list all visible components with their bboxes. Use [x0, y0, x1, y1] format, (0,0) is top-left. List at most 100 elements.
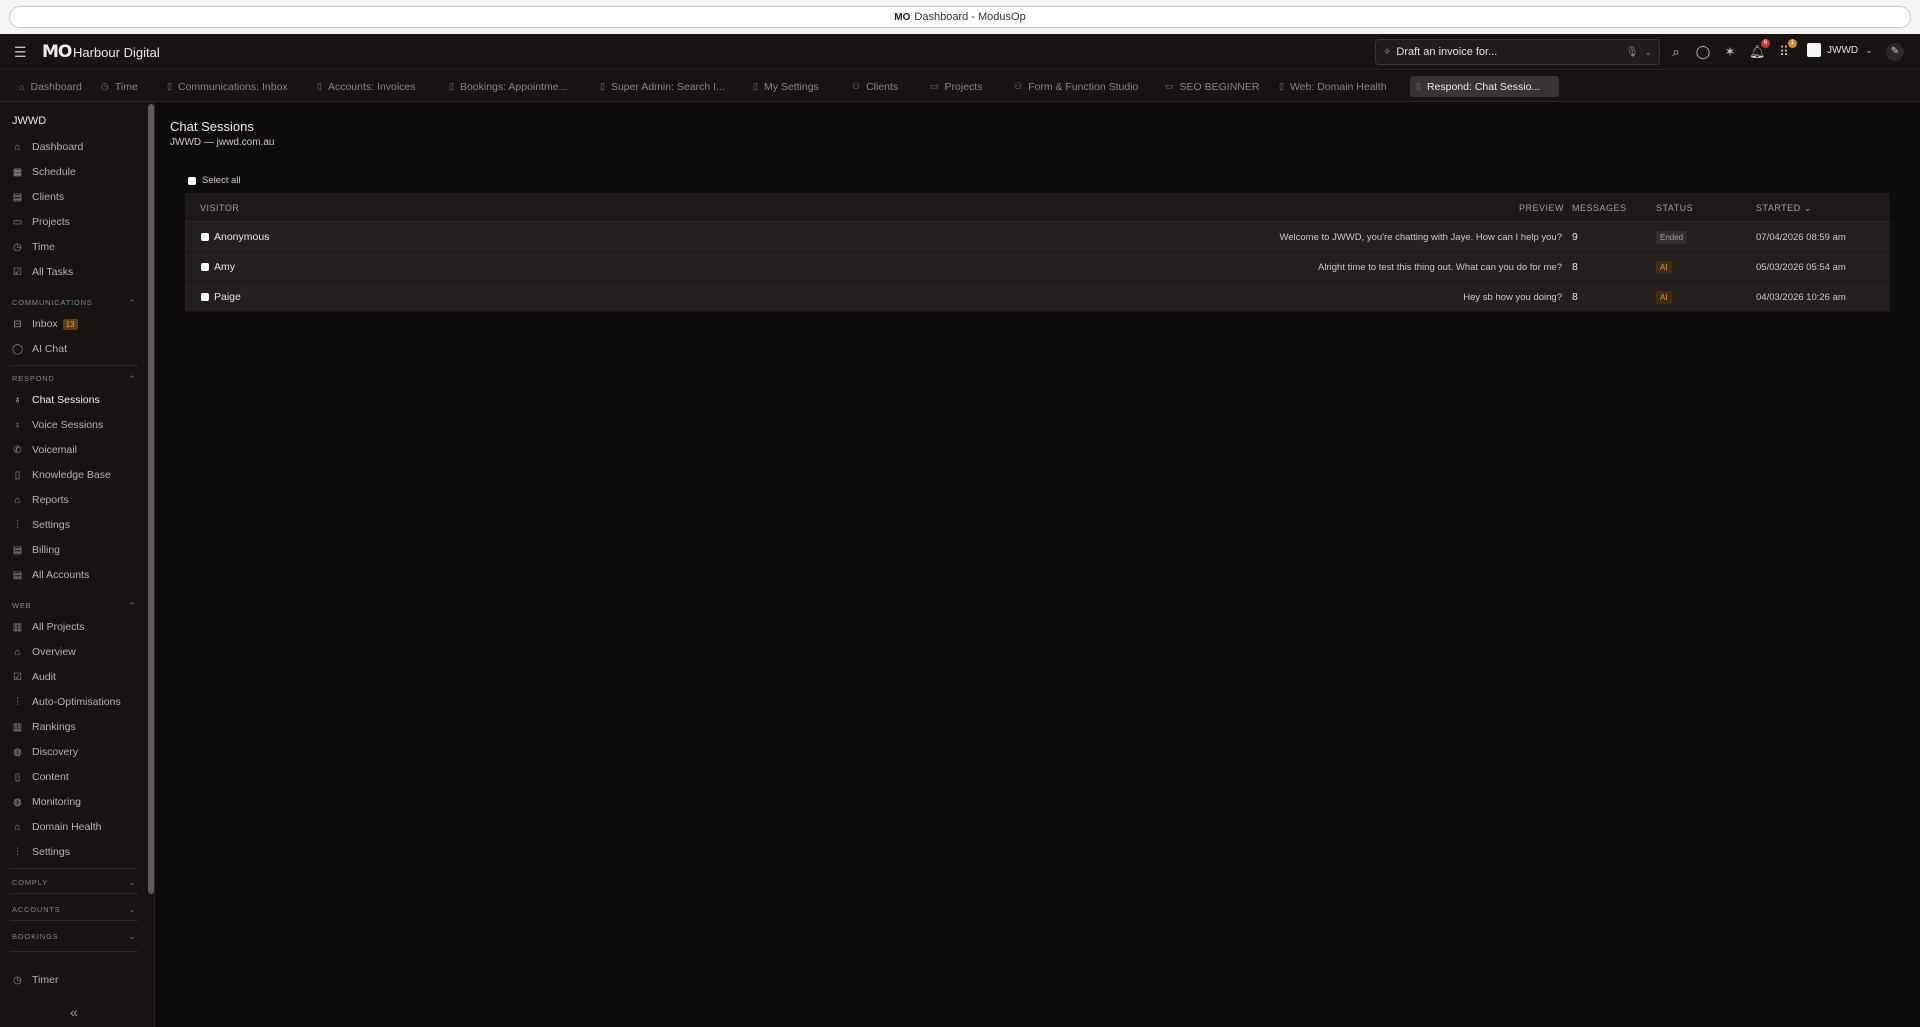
table-header: VISITOR PREVIEW MESSAGES STATUS STARTED …: [185, 193, 1890, 222]
browser-title-bar: MO Dashboard - ModusOp: [0, 0, 1920, 34]
magic-wand-icon[interactable]: ✶: [1722, 44, 1738, 60]
microphone-icon: ♁: [13, 419, 22, 431]
browser-url-bar[interactable]: MO Dashboard - ModusOp: [9, 6, 1911, 28]
sidebar-scrollbar[interactable]: [148, 104, 154, 894]
message-preview: Alright time to test this thing out. Wha…: [1318, 262, 1562, 273]
microphone-icon[interactable]: 🎙: [1626, 47, 1639, 58]
sidebar-item-all-tasks[interactable]: ☑ All Tasks: [12, 263, 73, 281]
sidebar-item-projects[interactable]: ▭ Projects: [12, 213, 70, 231]
search-icon[interactable]: ⌕: [1668, 44, 1684, 60]
tab-dashboard[interactable]: ⌂ Dashboard: [13, 76, 88, 97]
sidebar-item-reports[interactable]: ⌂ Reports: [12, 491, 68, 509]
collapse-sidebar-icon[interactable]: «: [70, 1004, 78, 1020]
sidebar-item-rankings[interactable]: ▥ Rankings: [12, 718, 76, 736]
tab-form-function-studio[interactable]: ⚇ Form & Function Studio: [1008, 76, 1144, 97]
tab-communications-inbox[interactable]: ▯ Communications: Inbox: [161, 76, 294, 97]
sidebar-item-billing[interactable]: ▤ Billing: [12, 541, 60, 559]
sidebar-item-discovery[interactable]: ◍ Discovery: [12, 743, 78, 761]
column-started[interactable]: STARTED ⌄: [1756, 203, 1812, 214]
briefcase-icon: ▤: [12, 569, 23, 581]
sidebar-item-web-settings[interactable]: ⫶ Settings: [12, 843, 70, 861]
table-row[interactable]: Paige Hey sb how you doing? 8 AI 04/03/2…: [185, 282, 1890, 312]
sidebar-item-dashboard[interactable]: ⌂ Dashboard: [12, 138, 83, 156]
table-row[interactable]: Amy Alright time to test this thing out.…: [185, 252, 1890, 282]
account-switcher[interactable]: JWWD ⌄: [1807, 43, 1873, 57]
sidebar-item-time[interactable]: ◷ Time: [12, 238, 55, 256]
tab-clients[interactable]: ⚇ Clients: [846, 76, 904, 97]
sidebar-item-domain-health[interactable]: ⌂ Domain Health: [12, 818, 101, 836]
sidebar-item-respond-settings[interactable]: ⫶ Settings: [12, 516, 70, 534]
column-preview[interactable]: PREVIEW: [1519, 203, 1564, 213]
checklist-icon: ☑: [13, 266, 22, 278]
section-communications[interactable]: COMMUNICATIONS ⌃: [12, 298, 136, 307]
select-all[interactable]: Select all: [188, 175, 241, 186]
tab-seo-beginner[interactable]: ▭ SEO BEGINNER: [1159, 76, 1265, 97]
row-checkbox[interactable]: [201, 263, 209, 271]
sidebar-item-monitoring[interactable]: ◍ Monitoring: [12, 793, 81, 811]
sliders-icon: ⫶: [16, 519, 19, 531]
document-icon: ▯: [14, 469, 21, 481]
tab-my-settings[interactable]: ▯ My Settings: [747, 76, 825, 97]
section-web[interactable]: WEB ⌃: [12, 601, 136, 610]
status-badge: AI: [1656, 291, 1672, 304]
tab-projects[interactable]: ▭ Projects: [924, 76, 988, 97]
section-bookings[interactable]: BOOKINGS ⌄: [12, 932, 136, 941]
inbox-icon: ⊟: [13, 318, 22, 330]
column-visitor[interactable]: VISITOR: [200, 203, 239, 213]
sidebar-item-schedule[interactable]: ▦ Schedule: [12, 163, 76, 181]
select-all-checkbox[interactable]: [188, 176, 196, 185]
row-checkbox[interactable]: [201, 293, 209, 301]
sidebar-item-all-projects[interactable]: ▥ All Projects: [12, 618, 85, 636]
sidebar-item-voicemail[interactable]: ✆ Voicemail: [12, 441, 77, 459]
chevron-up-icon: ⌃: [128, 374, 136, 383]
tab-web-domain-health[interactable]: ▯ Web: Domain Health: [1273, 76, 1393, 97]
notifications-badge: 6: [1761, 39, 1770, 48]
chat-bubble-icon[interactable]: ◯: [1695, 44, 1711, 60]
sidebar-item-voice-sessions[interactable]: ♁ Voice Sessions: [12, 416, 103, 434]
menu-icon[interactable]: ☰: [14, 45, 28, 59]
column-messages[interactable]: MESSAGES: [1572, 203, 1627, 213]
app-logo[interactable]: MO: [42, 42, 72, 62]
sparkle-icon: ✧: [1383, 46, 1392, 58]
file-icon: ▯: [600, 81, 605, 91]
sidebar-item-inbox[interactable]: ⊟ Inbox 13: [12, 315, 78, 333]
column-status[interactable]: STATUS: [1656, 203, 1693, 213]
tab-time[interactable]: ◷ Time: [95, 76, 144, 97]
sidebar-item-ai-chat[interactable]: ◯ AI Chat: [12, 340, 67, 358]
folder-icon: ▭: [12, 216, 23, 228]
ai-prompt-input[interactable]: ✧ Draft an invoice for... 🎙 ⌄: [1375, 39, 1660, 65]
chevron-down-icon[interactable]: ⌄: [1644, 47, 1652, 58]
sidebar-item-chat-sessions[interactable]: ♁ Chat Sessions: [12, 391, 100, 409]
file-icon: ▯: [753, 81, 758, 91]
top-header: ☰ MO Harbour Digital ✧ Draft an invoice …: [0, 34, 1920, 70]
bell-icon[interactable]: 🔔︎ 6: [1749, 39, 1770, 60]
tab-respond-chat-sessions[interactable]: ▯ Respond: Chat Sessio...: [1410, 76, 1559, 97]
sort-chevron-icon: ⌄: [1803, 203, 1812, 213]
user-avatar[interactable]: ✎: [1886, 43, 1904, 61]
visitor-name: Anonymous: [214, 231, 270, 243]
file-icon: ▯: [167, 81, 172, 91]
sidebar-item-knowledge-base[interactable]: ▯ Knowledge Base: [12, 466, 111, 484]
folder-icon: ▭: [1165, 81, 1174, 91]
sidebar-item-content[interactable]: ▯ Content: [12, 768, 69, 786]
table-row[interactable]: Anonymous Welcome to JWWD, you're chatti…: [185, 222, 1890, 252]
sidebar-item-overview[interactable]: ⌂ Overview: [12, 643, 75, 661]
chevron-down-icon: ⌄: [128, 932, 136, 941]
row-checkbox[interactable]: [201, 233, 209, 241]
sidebar-item-all-accounts[interactable]: ▤ All Accounts: [12, 566, 89, 584]
tab-bookings[interactable]: ▯ Bookings: Appointme...: [443, 76, 573, 97]
section-accounts[interactable]: ACCOUNTS ⌄: [12, 905, 136, 914]
sidebar-item-audit[interactable]: ☑ Audit: [12, 668, 56, 686]
visitor-name: Amy: [214, 261, 235, 273]
sidebar-item-auto-optimisations[interactable]: ⫶ Auto-Optimisations: [12, 693, 120, 711]
page-subtitle: JWWD — jwwd.com.au: [170, 137, 275, 148]
section-comply[interactable]: COMPLY ⌄: [12, 878, 136, 887]
sidebar-item-clients[interactable]: ▤ Clients: [12, 188, 64, 206]
apps-grid-icon[interactable]: ⠿ 1: [1776, 39, 1797, 60]
home-icon: ⌂: [19, 81, 25, 92]
tab-accounts-invoices[interactable]: ▯ Accounts: Invoices: [311, 76, 422, 97]
section-respond[interactable]: RESPOND ⌃: [12, 374, 136, 383]
sidebar-org-name: JWWD: [12, 115, 47, 127]
sidebar-item-timer[interactable]: ◷ Timer: [12, 971, 58, 989]
tab-super-admin[interactable]: ▯ Super Admin: Search I...: [594, 76, 731, 97]
